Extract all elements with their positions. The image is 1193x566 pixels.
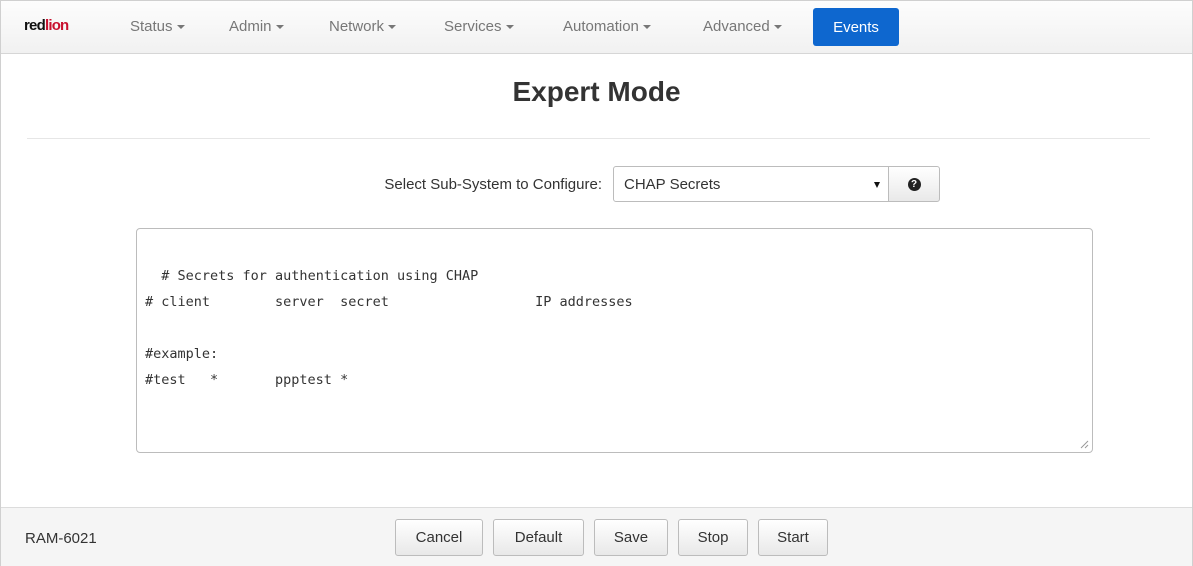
page-title: Expert Mode (512, 76, 681, 107)
top-navbar: redlion Status Admin Network Services Au… (1, 1, 1192, 54)
resize-handle-icon[interactable] (1080, 440, 1089, 449)
question-circle-icon: ? (907, 177, 921, 191)
start-button[interactable]: Start (758, 519, 828, 556)
config-textarea[interactable]: # Secrets for authentication using CHAP … (136, 228, 1093, 453)
footer-bar: RAM-6021 Cancel Default Save Stop Start (1, 507, 1192, 566)
device-name: RAM-6021 (25, 530, 97, 547)
nav-events-button[interactable]: Events (813, 8, 899, 46)
nav-admin[interactable]: Admin (229, 18, 284, 35)
nav-network[interactable]: Network (329, 18, 397, 35)
default-button[interactable]: Default (493, 519, 584, 556)
subsystem-select-label: Select Sub-System to Configure: (384, 176, 602, 193)
caret-down-icon (275, 25, 284, 30)
caret-down-icon (773, 25, 782, 30)
divider (27, 138, 1150, 139)
red-lion-logo[interactable]: redlion (24, 17, 69, 39)
caret-down-icon (388, 25, 397, 30)
caret-down-icon (642, 25, 651, 30)
dropdown-arrow-icon (874, 182, 880, 188)
stop-button[interactable]: Stop (678, 519, 748, 556)
nav-status[interactable]: Status (130, 18, 185, 35)
nav-services[interactable]: Services (444, 18, 514, 35)
subsystem-select[interactable]: CHAP Secrets (613, 166, 889, 202)
config-text: # Secrets for authentication using CHAP … (145, 268, 633, 388)
nav-advanced[interactable]: Advanced (703, 18, 782, 35)
subsystem-select-value: CHAP Secrets (624, 176, 721, 193)
caret-down-icon (505, 25, 514, 30)
save-button[interactable]: Save (594, 519, 668, 556)
cancel-button[interactable]: Cancel (395, 519, 483, 556)
caret-down-icon (176, 25, 185, 30)
help-button[interactable]: ? (888, 166, 940, 202)
nav-automation[interactable]: Automation (563, 18, 651, 35)
